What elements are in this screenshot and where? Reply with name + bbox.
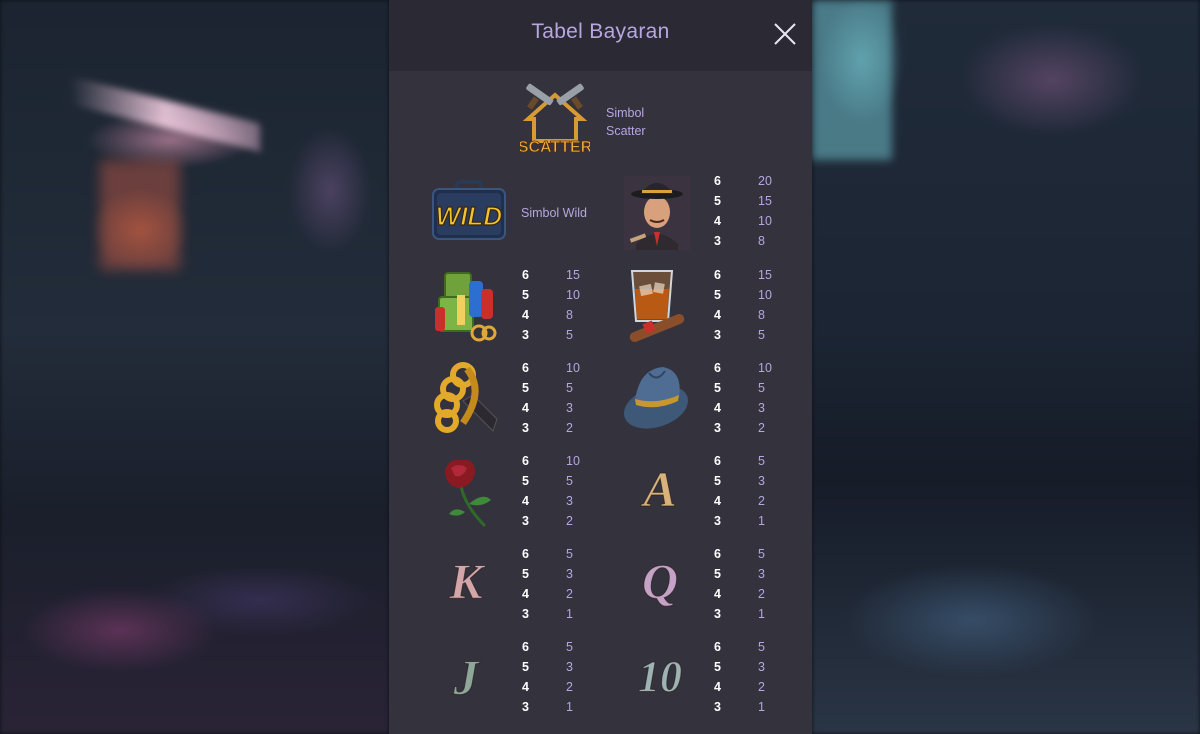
wild-label: Simbol Wild [521,206,587,220]
paytable-pays-money: 6 15 5 10 48 35 [522,268,580,342]
letter-j-icon: J [453,649,479,706]
paytable-pays-ten: 65 53 42 31 [714,640,765,714]
letter-k-icon: K [449,553,483,610]
paytable-pays-jack: 65 53 42 31 [522,640,573,714]
paytable-content: SCATTER Simbol Scatter WILD Simbol Wild [389,71,812,734]
paytable-pays-hat: 6 10 55 43 32 [714,361,772,435]
paytable-panel: Tabel Bayaran SCATTER Simbol Scatter WIL… [389,0,812,734]
paytable-pays-gangster: 6 20 5 15 4 10 38 [714,174,772,248]
svg-text:SCATTER: SCATTER [520,139,590,155]
background-street-right [812,0,1200,734]
paytable-pays-king: 65 53 42 31 [522,547,573,621]
paytable-title: Tabel Bayaran [531,20,670,43]
paytable-pays-ace: 65 53 42 31 [714,454,765,528]
background-street-left [0,0,389,734]
money-chips-icon [431,267,501,343]
scatter-guns-icon: SCATTER [517,83,593,156]
paytable-pays-knuckles: 6 10 55 43 32 [522,361,580,435]
gangster-portrait-icon [622,174,692,252]
paytable-pays-rose: 6 10 55 43 32 [522,454,580,528]
close-icon[interactable] [773,22,797,46]
number-10-icon: 10 [638,652,683,702]
paytable-header: Tabel Bayaran [389,0,812,71]
fedora-hat-icon [621,363,691,433]
rose-icon [435,456,497,528]
letter-a-icon: A [643,461,677,518]
letter-q-icon: Q [641,553,679,610]
paytable-pays-queen: 65 53 42 31 [714,547,765,621]
whiskey-cigar-icon [624,267,690,343]
svg-text:WILD: WILD [436,201,503,231]
scatter-label: Simbol Scatter [606,106,646,138]
brass-knuckles-icon [433,361,503,433]
wild-briefcase-icon: WILD [431,180,507,242]
paytable-pays-whiskey: 6 15 5 10 48 35 [714,268,772,342]
